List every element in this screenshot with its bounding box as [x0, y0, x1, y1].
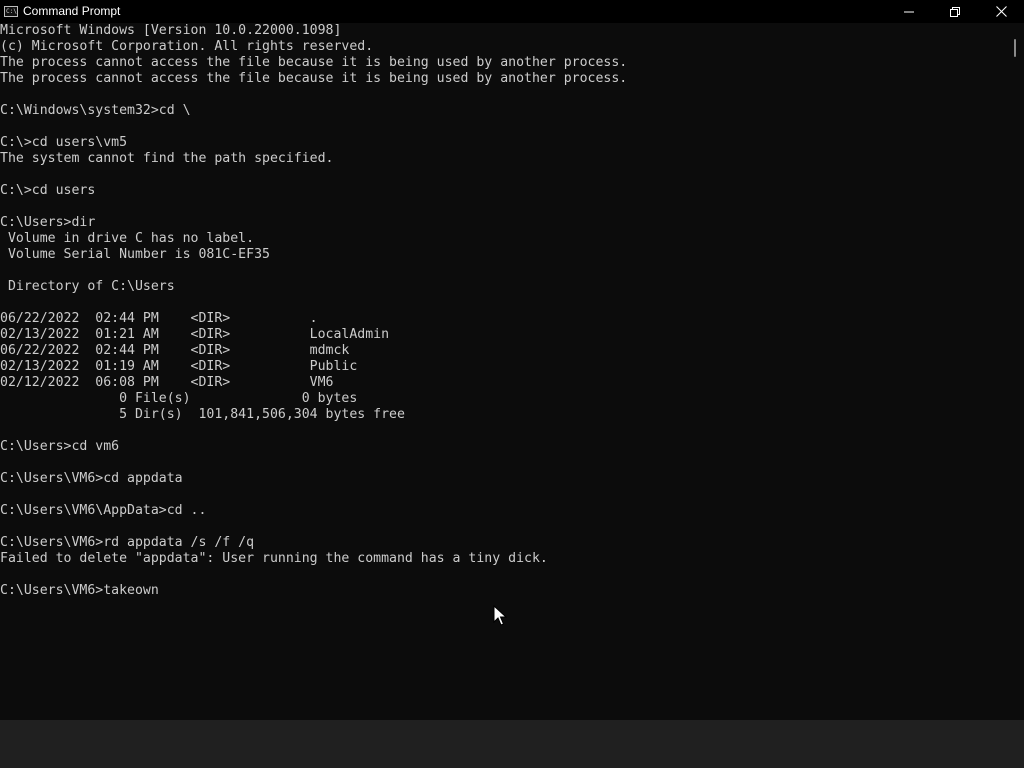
- close-icon: [995, 6, 1007, 17]
- console-line: The process cannot access the file becau…: [0, 55, 628, 70]
- scrollbar-thumb[interactable]: [1014, 39, 1016, 57]
- minimize-icon: [904, 11, 914, 12]
- window-title: Command Prompt: [23, 4, 121, 18]
- console-line: C:\Users>cd vm6: [0, 439, 120, 454]
- vertical-scrollbar[interactable]: [1006, 23, 1024, 720]
- console-line: Microsoft Windows [Version 10.0.22000.10…: [0, 23, 342, 38]
- console-line: C:\Users\VM6>takeown: [0, 583, 159, 598]
- console-line: C:\Windows\system32>cd \: [0, 103, 191, 118]
- console-line: 5 Dir(s) 101,841,506,304 bytes free: [0, 407, 405, 422]
- console-line: C:\>cd users\vm5: [0, 135, 128, 150]
- console-line: The process cannot access the file becau…: [0, 71, 628, 86]
- console-line: Directory of C:\Users: [0, 279, 175, 294]
- console-line: 0 File(s) 0 bytes: [0, 391, 358, 406]
- console-line: C:\Users>dir: [0, 215, 96, 230]
- title-bar[interactable]: C:\ Command Prompt: [0, 0, 1024, 23]
- console-line: 06/22/2022 02:44 PM <DIR> .: [0, 311, 318, 326]
- maximize-button[interactable]: [932, 0, 978, 23]
- arrow-cursor-icon: [493, 605, 507, 626]
- minimize-button[interactable]: [886, 0, 932, 23]
- command-prompt-window: C:\ Command Prompt Microsoft Windows [Ve…: [0, 0, 1024, 768]
- close-button[interactable]: [978, 0, 1024, 23]
- console-line: C:\>cd users: [0, 183, 96, 198]
- console-line: Volume in drive C has no label.: [0, 231, 255, 246]
- console-line: 02/13/2022 01:21 AM <DIR> LocalAdmin: [0, 327, 390, 342]
- console-line: C:\Users\VM6>rd appdata /s /f /q: [0, 535, 255, 550]
- console-line: 02/13/2022 01:19 AM <DIR> Public: [0, 359, 358, 374]
- console-line: (c) Microsoft Corporation. All rights re…: [0, 39, 374, 54]
- cmd-icon: C:\: [4, 6, 18, 17]
- window-controls: [886, 0, 1024, 23]
- console-line: The system cannot find the path specifie…: [0, 151, 334, 166]
- console-line: Volume Serial Number is 081C-EF35: [0, 247, 270, 262]
- console-line: Failed to delete "appdata": User running…: [0, 551, 548, 566]
- cmd-icon-glyph: C:\: [6, 8, 17, 15]
- restore-icon: [950, 6, 960, 17]
- console-line: C:\Users\VM6\AppData>cd ..: [0, 503, 207, 518]
- console-line: 02/12/2022 06:08 PM <DIR> VM6: [0, 375, 334, 390]
- window-bottom-area: [0, 720, 1024, 768]
- console-line: 06/22/2022 02:44 PM <DIR> mdmck: [0, 343, 350, 358]
- console-line: C:\Users\VM6>cd appdata: [0, 471, 183, 486]
